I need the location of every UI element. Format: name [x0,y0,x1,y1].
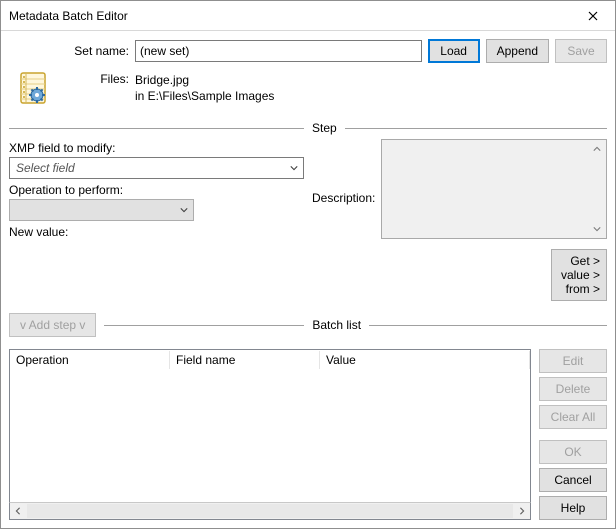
setname-label: Set name: [9,44,129,58]
cancel-button[interactable]: Cancel [539,468,607,492]
files-row: Files: Bridge.jpg in E:\Files\Sample Ima… [9,71,607,107]
getvalue-line2: value > [558,268,600,282]
batch-list-header: Operation Field name Value [10,350,530,370]
file-icon-slot [9,71,57,107]
scroll-right-button[interactable] [514,503,530,519]
chevron-left-icon [14,507,22,515]
window: Metadata Batch Editor Set name: Load App… [0,0,616,529]
step-group-header: Step [9,121,607,135]
close-button[interactable] [571,1,615,31]
titlebar: Metadata Batch Editor [1,1,615,31]
append-button[interactable]: Append [486,39,549,63]
getvalue-line3: from > [558,282,600,296]
description-box [381,139,607,239]
column-operation[interactable]: Operation [10,351,170,369]
ok-button: OK [539,440,607,464]
operation-combo-button[interactable] [175,200,193,220]
step-right: Description: [312,139,607,239]
batch-body: Operation Field name Value Edit [9,349,607,520]
chevron-down-icon [290,164,298,172]
window-title: Metadata Batch Editor [9,9,571,23]
gear-document-icon [15,71,51,107]
column-value[interactable]: Value [320,351,530,369]
chevron-down-icon [593,225,601,233]
chevron-up-icon [593,145,601,153]
batch-group-header: v Add step v Batch list [9,313,607,337]
chevron-right-icon [518,507,526,515]
xmp-combo-text: Select field [16,161,75,175]
column-fieldname[interactable]: Field name [170,351,320,369]
getvalue-line1: Get > [558,254,600,268]
operation-combo[interactable] [9,199,194,221]
add-step-button: v Add step v [9,313,96,337]
scroll-up-icon[interactable] [589,141,605,157]
step-group: Step XMP field to modify: Select field O… [9,121,607,301]
xmp-field-combo[interactable]: Select field [9,157,304,179]
batch-legend: Batch list [312,318,361,332]
scroll-left-button[interactable] [10,503,26,519]
newvalue-label: New value: [9,225,304,239]
load-button[interactable]: Load [428,39,480,63]
client-area: Set name: Load Append Save [1,31,615,528]
operation-label: Operation to perform: [9,183,304,197]
save-button: Save [555,39,607,63]
file-name: Bridge.jpg [135,72,274,88]
setname-input[interactable] [135,40,422,62]
help-button[interactable]: Help [539,496,607,520]
chevron-down-icon [180,206,188,214]
scroll-track[interactable] [27,504,513,518]
close-icon [588,11,598,21]
delete-button: Delete [539,377,607,401]
right-buttons: Edit Delete Clear All OK Cancel Help [539,349,607,520]
step-legend: Step [312,121,337,135]
xmp-label: XMP field to modify: [9,141,304,155]
batch-list-wrap: Operation Field name Value [9,349,531,520]
edit-button: Edit [539,349,607,373]
getvalue-row: Get > value > from > [9,249,607,301]
step-left: XMP field to modify: Select field Operat… [9,139,304,239]
get-value-from-button[interactable]: Get > value > from > [551,249,607,301]
scroll-down-icon[interactable] [589,221,605,237]
xmp-combo-button[interactable] [285,158,303,178]
setname-row: Set name: Load Append Save [9,39,607,63]
files-label: Files: [63,71,129,86]
batch-list-hscroll[interactable] [9,502,531,520]
batch-list[interactable]: Operation Field name Value [9,349,531,502]
clearall-button: Clear All [539,405,607,429]
file-location: in E:\Files\Sample Images [135,88,274,104]
files-text: Bridge.jpg in E:\Files\Sample Images [135,71,274,104]
description-label: Description: [312,139,375,205]
